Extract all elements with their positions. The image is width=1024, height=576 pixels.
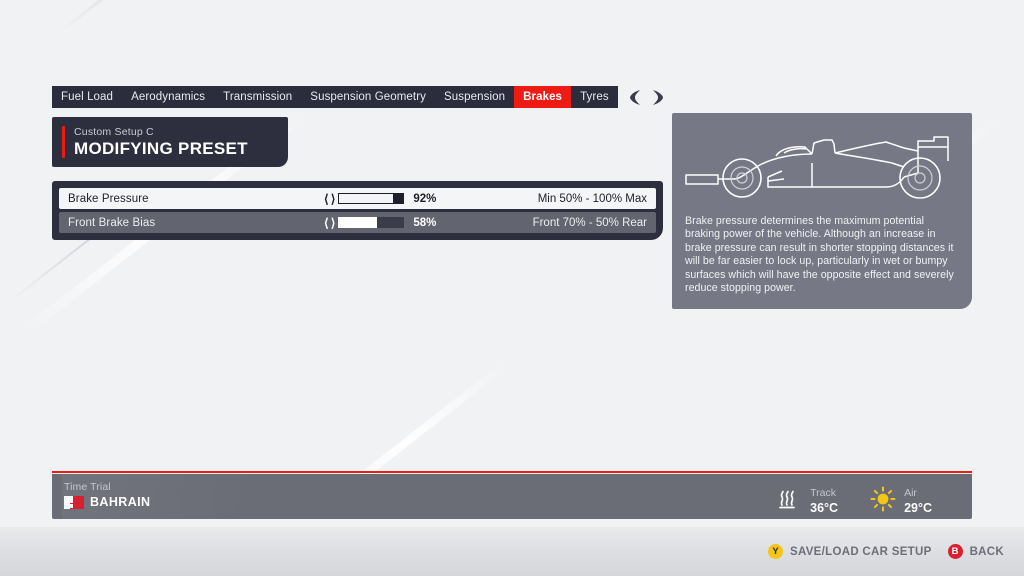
setting-description: Brake pressure determines the maximum po… (685, 215, 954, 295)
setting-control[interactable]: ⟨ ⟩ 58% (324, 216, 436, 230)
setting-value: 92% (413, 192, 437, 205)
b-button-icon: B (947, 544, 963, 559)
front-wheel (722, 158, 762, 198)
setting-row-front-brake-bias[interactable]: Front Brake Bias ⟨ ⟩ 58% Front 70% - 50% … (59, 212, 656, 233)
slider-fill (393, 194, 404, 203)
f1-car-side-profile-outline (685, 136, 949, 199)
setting-control[interactable]: ⟨ ⟩ 92% (324, 192, 436, 206)
track-temp-text: Track 36°C (810, 483, 838, 515)
tab-transmission[interactable]: Transmission (214, 86, 302, 108)
session-mode: Time Trial (64, 481, 111, 493)
air-temp-label: Air (904, 487, 917, 499)
setting-row-brake-pressure[interactable]: Brake Pressure ⟨ ⟩ 92% Min 50% - 100% Max (59, 188, 656, 209)
preset-text-group: Custom Setup C MODIFYING PRESET (74, 126, 248, 159)
air-temp-value: 29°C (904, 501, 932, 515)
left-bumper-icon[interactable] (629, 89, 642, 106)
heat-waves-icon (776, 486, 802, 512)
setup-settings-panel: Brake Pressure ⟨ ⟩ 92% Min 50% - 100% Max… (52, 181, 663, 240)
track-temp-label: Track (810, 487, 836, 499)
tab-suspension[interactable]: Suspension (434, 86, 515, 108)
preset-title: MODIFYING PRESET (74, 138, 248, 158)
bottom-bar-accent-line (52, 471, 972, 473)
rear-wheel (899, 157, 941, 199)
session-track-name: BAHRAIN (90, 495, 151, 509)
right-bumper-icon[interactable] (651, 89, 664, 106)
track-temperature: Track 36°C (776, 483, 838, 515)
setting-slider-bar[interactable] (338, 217, 405, 228)
tab-brakes[interactable]: Brakes (514, 86, 572, 108)
prompt-save-load-car-setup[interactable]: Y SAVE/LOAD CAR SETUP (767, 544, 932, 559)
setting-value: 58% (413, 216, 437, 229)
preset-subtitle: Custom Setup C (74, 125, 154, 138)
setup-category-tabs[interactable]: Fuel Load Aerodynamics Transmission Susp… (52, 86, 664, 108)
air-temp-text: Air 29°C (904, 483, 932, 515)
adjust-arrows-icon[interactable]: ⟨ ⟩ (324, 192, 335, 206)
prompt-back[interactable]: B BACK (947, 544, 1004, 559)
slider-fill (338, 217, 377, 228)
prompt-label: SAVE/LOAD CAR SETUP (789, 545, 932, 558)
session-status-bar: Time Trial BAHRAIN Track 36°C Air 29°C (52, 474, 972, 519)
setting-label: Brake Pressure (68, 192, 149, 205)
track-temp-value: 36°C (810, 501, 839, 515)
preset-accent-bar (62, 126, 65, 158)
tabs-container: Fuel Load Aerodynamics Transmission Susp… (52, 86, 618, 108)
session-location: BAHRAIN (64, 495, 150, 509)
car-preview (672, 113, 972, 205)
session-info: Time Trial BAHRAIN (64, 481, 150, 509)
air-temperature: Air 29°C (870, 483, 932, 515)
prompt-label: BACK (969, 545, 1004, 558)
sun-icon (870, 486, 896, 512)
tab-tyres[interactable]: Tyres (571, 86, 618, 108)
setting-label: Front Brake Bias (68, 216, 156, 229)
bahrain-flag-icon (64, 495, 84, 509)
background-streak (60, 0, 244, 33)
weather-info: Track 36°C Air 29°C (776, 483, 932, 515)
tab-fuel-load[interactable]: Fuel Load (52, 86, 123, 108)
info-panel: Brake pressure determines the maximum po… (672, 113, 972, 310)
tab-suspension-geometry[interactable]: Suspension Geometry (301, 86, 435, 108)
setting-range: Front 70% - 50% Rear (532, 216, 647, 229)
button-prompt-bar: Y SAVE/LOAD CAR SETUP B BACK (0, 527, 1024, 576)
adjust-arrows-icon[interactable]: ⟨ ⟩ (324, 216, 335, 230)
tab-aerodynamics[interactable]: Aerodynamics (122, 86, 215, 108)
setting-slider-bar[interactable] (338, 193, 405, 204)
setting-range: Min 50% - 100% Max (537, 192, 647, 205)
y-button-icon: Y (767, 544, 783, 559)
bumper-hints (629, 86, 664, 108)
preset-header-panel: Custom Setup C MODIFYING PRESET (52, 117, 288, 167)
